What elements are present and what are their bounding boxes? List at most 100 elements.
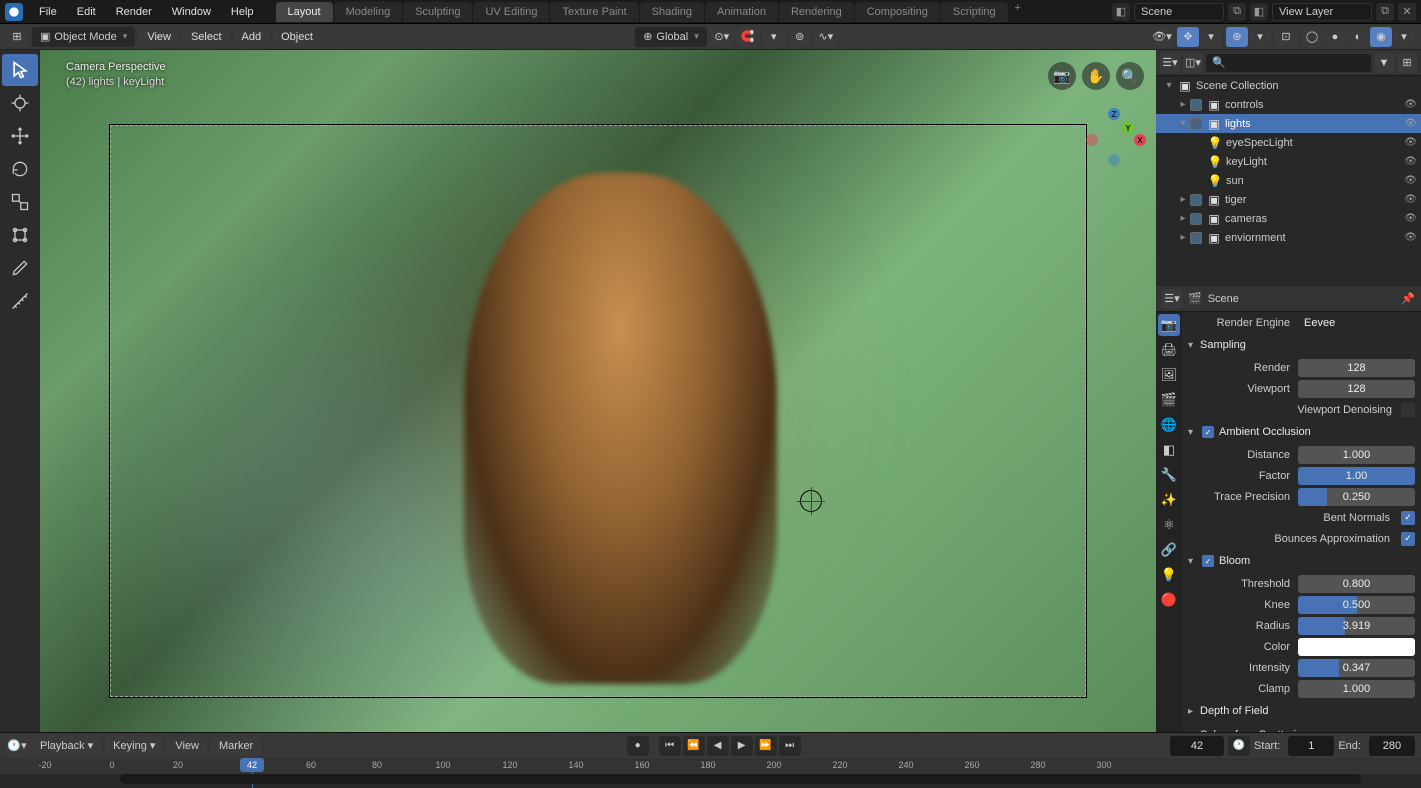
sampling-render-value[interactable]: 128: [1298, 359, 1415, 377]
properties-type-button[interactable]: ☰▾: [1162, 289, 1182, 309]
axis-neg-z[interactable]: [1108, 154, 1120, 166]
outliner-display-dropdown[interactable]: ◫▾: [1183, 53, 1203, 73]
3d-viewport[interactable]: Camera Perspective (42) lights | keyLigh…: [40, 50, 1156, 732]
prop-tab-viewlayer[interactable]: 🖼: [1158, 364, 1180, 386]
scene-name-field[interactable]: Scene: [1134, 3, 1224, 21]
shading-material[interactable]: ◐: [1347, 27, 1369, 47]
nav-pan[interactable]: ✋: [1082, 62, 1110, 90]
current-frame-input[interactable]: 42: [1170, 736, 1224, 756]
proportional-dropdown[interactable]: ∿▾: [815, 27, 837, 47]
outliner-item-cameras[interactable]: ▸▣cameras👁: [1156, 209, 1421, 228]
timeline-ruler[interactable]: -200204260801001201401601802002202402602…: [0, 758, 1421, 774]
menu-help[interactable]: Help: [221, 3, 264, 21]
snap-dropdown[interactable]: ▾: [763, 27, 785, 47]
axis-y[interactable]: Y: [1122, 122, 1134, 134]
timeline-track[interactable]: -200204260801001201401601802002202402602…: [0, 758, 1421, 788]
timeline-marker[interactable]: Marker: [211, 737, 261, 755]
prop-tab-object[interactable]: ◧: [1158, 439, 1180, 461]
tool-rotate[interactable]: [2, 153, 38, 185]
tab-shading[interactable]: Shading: [640, 2, 704, 22]
object-mode-dropdown[interactable]: ▣ Object Mode ▾: [32, 27, 135, 47]
bloom-radius-value[interactable]: 3.919: [1298, 617, 1415, 635]
keyframe-prev[interactable]: ⏪: [683, 736, 705, 756]
gizmo-toggle[interactable]: ✥: [1177, 27, 1199, 47]
tool-transform[interactable]: [2, 219, 38, 251]
tab-texture-paint[interactable]: Texture Paint: [550, 2, 638, 22]
proportional-toggle[interactable]: ⊚: [789, 27, 811, 47]
prop-tab-scene[interactable]: 🎬: [1158, 389, 1180, 411]
outliner-type-button[interactable]: ☰▾: [1160, 53, 1180, 73]
play-forward[interactable]: ▶: [731, 736, 753, 756]
prop-tab-modifier[interactable]: 🔧: [1158, 464, 1180, 486]
prop-tab-world[interactable]: 🌐: [1158, 414, 1180, 436]
outliner-item-enviornment[interactable]: ▸▣enviornment👁: [1156, 228, 1421, 247]
axis-neg-x[interactable]: [1086, 134, 1098, 146]
axis-x[interactable]: X: [1134, 134, 1146, 146]
visibility-dropdown[interactable]: 👁▾: [1151, 27, 1173, 47]
bloom-threshold-value[interactable]: 0.800: [1298, 575, 1415, 593]
visibility-toggle[interactable]: 👁: [1404, 137, 1417, 148]
visibility-toggle[interactable]: 👁: [1404, 99, 1417, 110]
visibility-toggle[interactable]: 👁: [1404, 118, 1417, 129]
layer-delete-button[interactable]: ✕: [1398, 3, 1416, 21]
outliner-filter-button[interactable]: ▼: [1374, 53, 1394, 73]
section-sampling[interactable]: ▾Sampling: [1182, 333, 1421, 357]
tab-animation[interactable]: Animation: [705, 2, 778, 22]
prop-tab-particles[interactable]: ✨: [1158, 489, 1180, 511]
bloom-intensity-value[interactable]: 0.347: [1298, 659, 1415, 677]
outliner-item-sun[interactable]: 💡sun👁: [1156, 171, 1421, 190]
editor-type-button[interactable]: ⊞: [6, 27, 28, 47]
bloom-checkbox[interactable]: ✓: [1202, 555, 1214, 567]
tab-compositing[interactable]: Compositing: [855, 2, 940, 22]
ao-factor-value[interactable]: 1.00: [1298, 467, 1415, 485]
tab-uv-editing[interactable]: UV Editing: [473, 2, 549, 22]
outliner-item-controls[interactable]: ▸▣controls👁: [1156, 95, 1421, 114]
outliner[interactable]: ▾ ▣ Scene Collection ▸▣controls👁▾▣lights…: [1156, 76, 1421, 286]
menu-render[interactable]: Render: [106, 3, 162, 21]
tab-modeling[interactable]: Modeling: [334, 2, 403, 22]
scene-browse-icon[interactable]: ◧: [1112, 3, 1130, 21]
keyframe-next[interactable]: ⏩: [755, 736, 777, 756]
ao-checkbox[interactable]: ✓: [1202, 426, 1214, 438]
timeline-type-button[interactable]: 🕐▾: [6, 736, 28, 756]
prop-tab-material[interactable]: 🔴: [1158, 589, 1180, 611]
prop-tab-output[interactable]: 🖨: [1158, 339, 1180, 361]
outliner-scene-collection[interactable]: ▾ ▣ Scene Collection: [1156, 76, 1421, 95]
shading-dropdown[interactable]: ▾: [1393, 27, 1415, 47]
visibility-toggle[interactable]: 👁: [1404, 213, 1417, 224]
tool-move[interactable]: [2, 120, 38, 152]
pin-icon[interactable]: 📌: [1401, 292, 1415, 305]
menu-file[interactable]: File: [29, 3, 67, 21]
menu-edit[interactable]: Edit: [67, 3, 106, 21]
orbit-gizmo[interactable]: Y X Z: [1084, 108, 1144, 168]
header-object[interactable]: Object: [273, 28, 321, 46]
menu-window[interactable]: Window: [162, 3, 221, 21]
tool-annotate[interactable]: [2, 252, 38, 284]
visibility-toggle[interactable]: 👁: [1404, 156, 1417, 167]
tab-sculpting[interactable]: Sculpting: [403, 2, 472, 22]
visibility-toggle[interactable]: 👁: [1404, 194, 1417, 205]
snap-toggle[interactable]: 🧲: [737, 27, 759, 47]
gizmo-dropdown[interactable]: ▾: [1200, 27, 1222, 47]
prop-tab-render[interactable]: 📷: [1158, 314, 1180, 336]
visibility-toggle[interactable]: 👁: [1404, 175, 1417, 186]
jump-start[interactable]: ⏮: [659, 736, 681, 756]
ao-distance-value[interactable]: 1.000: [1298, 446, 1415, 464]
prop-tab-data[interactable]: 💡: [1158, 564, 1180, 586]
timeline-scrollbar[interactable]: [120, 774, 1361, 784]
tool-measure[interactable]: [2, 285, 38, 317]
shading-wireframe[interactable]: ◯: [1301, 27, 1323, 47]
bent-normals-checkbox[interactable]: ✓: [1401, 511, 1415, 525]
overlay-dropdown[interactable]: ▾: [1249, 27, 1271, 47]
nav-camera[interactable]: 📷: [1048, 62, 1076, 90]
tab-rendering[interactable]: Rendering: [779, 2, 854, 22]
timeline-playback[interactable]: Playback ▾: [32, 736, 101, 755]
section-sss[interactable]: ▸Subsurface Scattering: [1182, 723, 1421, 732]
tab-layout[interactable]: Layout: [276, 2, 333, 22]
layer-browse-icon[interactable]: ◧: [1250, 3, 1268, 21]
add-workspace-button[interactable]: +: [1009, 2, 1027, 22]
timeline-keying[interactable]: Keying ▾: [105, 736, 163, 755]
ao-trace-value[interactable]: 0.250: [1298, 488, 1415, 506]
orientation-dropdown[interactable]: ⊕ Global ▾: [635, 27, 707, 47]
outliner-new-collection[interactable]: ⊞: [1397, 53, 1417, 73]
